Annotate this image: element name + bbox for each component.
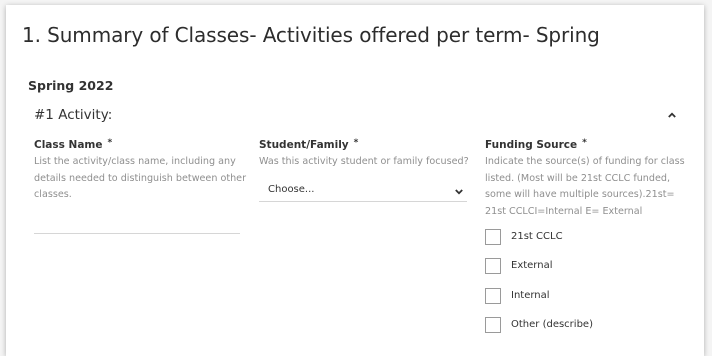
required-mark: * xyxy=(107,138,113,148)
activity-panel-header: #1 Activity: xyxy=(28,104,684,128)
checkbox[interactable] xyxy=(485,229,501,245)
class-name-label: Class Name * xyxy=(34,138,113,151)
class-name-input[interactable] xyxy=(34,212,240,234)
funding-source-label-text: Funding Source xyxy=(485,139,578,151)
page-title: 1. Summary of Classes- Activities offere… xyxy=(22,23,600,47)
student-family-label-text: Student/Family xyxy=(259,139,349,151)
funding-option-internal[interactable]: Internal xyxy=(485,288,605,306)
required-mark: * xyxy=(353,138,359,148)
checkbox[interactable] xyxy=(485,317,501,333)
student-family-help: Was this activity student or family focu… xyxy=(259,156,469,167)
funding-option-external[interactable]: External xyxy=(485,258,605,276)
checkbox[interactable] xyxy=(485,258,501,274)
funding-source-label: Funding Source * xyxy=(485,138,587,151)
checkbox-label: Internal xyxy=(511,290,550,301)
class-name-label-text: Class Name xyxy=(34,139,103,151)
checkbox-label: External xyxy=(511,260,553,271)
form-card: 1. Summary of Classes- Activities offere… xyxy=(6,5,704,356)
checkbox[interactable] xyxy=(485,288,501,304)
collapse-toggle-button[interactable] xyxy=(660,104,684,128)
chevron-up-icon xyxy=(668,112,676,118)
student-family-label: Student/Family * xyxy=(259,138,359,151)
student-family-select[interactable]: Choose... xyxy=(259,182,467,202)
activity-panel-title: #1 Activity: xyxy=(34,107,113,123)
student-family-selected-value: Choose... xyxy=(268,184,315,195)
required-mark: * xyxy=(582,138,587,148)
funding-option-21st-cclc[interactable]: 21st CCLC xyxy=(485,229,605,247)
chevron-down-icon xyxy=(455,189,463,195)
checkbox-label: Other (describe) xyxy=(511,319,593,330)
funding-source-help: Indicate the source(s) of funding for cl… xyxy=(485,156,685,217)
class-name-help: List the activity/class name, including … xyxy=(34,156,247,200)
checkbox-label: 21st CCLC xyxy=(511,231,563,242)
funding-option-other[interactable]: Other (describe) xyxy=(485,317,625,335)
section-title: Spring 2022 xyxy=(28,78,114,93)
